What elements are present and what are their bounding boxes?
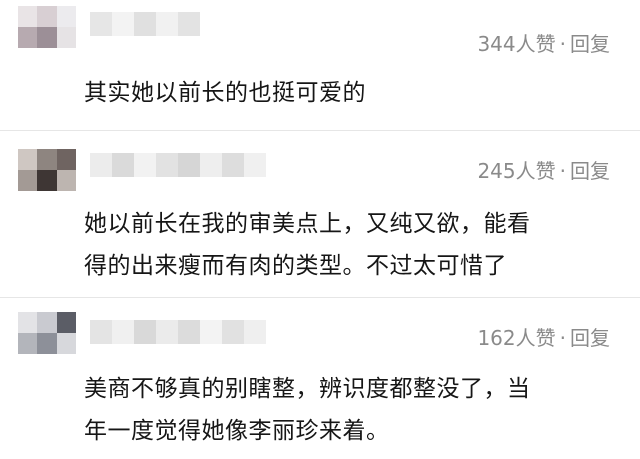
comment-item: 344人赞 · 回复 其实她以前长的也挺可爱的 — [0, 0, 640, 130]
separator: · — [559, 32, 566, 56]
avatar[interactable] — [18, 149, 76, 191]
comment-line: 她以前长在我的审美点上，又纯又欲，能看 — [84, 211, 531, 237]
comment-item: 245人赞 · 回复 她以前长在我的审美点上，又纯又欲，能看 得的出来瘦而有肉的类型… — [0, 131, 640, 297]
username[interactable] — [90, 320, 266, 344]
comment-text: 她以前长在我的审美点上，又纯又欲，能看 得的出来瘦而有肉的类型。不过太可惜了 — [84, 203, 624, 287]
username[interactable] — [90, 12, 200, 36]
separator: · — [559, 159, 566, 183]
comment-line: 美商不够真的别瞎整，辨识度都整没了，当 — [84, 376, 531, 402]
comment-meta: 162人赞 · 回复 — [477, 322, 610, 351]
like-count[interactable]: 162人赞 — [477, 326, 555, 350]
comment-text: 美商不够真的别瞎整，辨识度都整没了，当 年一度觉得她像李丽珍来着。 — [84, 368, 624, 452]
comment-item: 162人赞 · 回复 美商不够真的别瞎整，辨识度都整没了，当 年一度觉得她像李丽珍来… — [0, 298, 640, 459]
like-count[interactable]: 245人赞 — [477, 159, 555, 183]
reply-button[interactable]: 回复 — [570, 159, 610, 183]
separator: · — [559, 326, 566, 350]
avatar[interactable] — [18, 6, 76, 48]
comment-line: 得的出来瘦而有肉的类型。不过太可惜了 — [84, 253, 507, 279]
comment-meta: 245人赞 · 回复 — [477, 155, 610, 184]
comment-line: 其实她以前长的也挺可爱的 — [84, 80, 366, 106]
reply-button[interactable]: 回复 — [570, 326, 610, 350]
comment-text: 其实她以前长的也挺可爱的 — [84, 72, 624, 114]
reply-button[interactable]: 回复 — [570, 32, 610, 56]
like-count[interactable]: 344人赞 — [477, 32, 555, 56]
avatar[interactable] — [18, 312, 76, 354]
comment-meta: 344人赞 · 回复 — [477, 28, 610, 57]
comment-line: 年一度觉得她像李丽珍来着。 — [84, 418, 390, 444]
username[interactable] — [90, 153, 266, 177]
